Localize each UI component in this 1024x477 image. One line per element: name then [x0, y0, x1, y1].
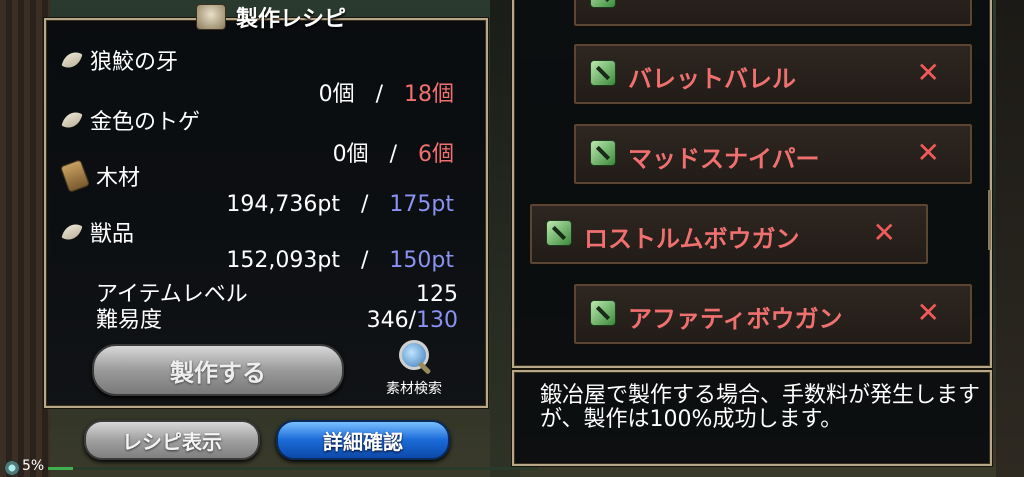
recipe-chest-icon [196, 4, 226, 30]
background-wall-right [996, 0, 1024, 477]
recipe-view-button[interactable]: レシピ表示 [84, 420, 260, 460]
list-item-label: ロストルムボウガン [584, 225, 800, 253]
message-text: 鍛冶屋で製作する場合、手数料が発生しますが、製作は100%成功します。 [540, 383, 981, 432]
recipe-title: 製作レシピ [236, 7, 347, 32]
hammer-icon [546, 220, 572, 246]
message-box: 鍛冶屋で製作する場合、手数料が発生しますが、製作は100%成功します。 [512, 370, 992, 466]
unavailable-mark: ✕ [916, 296, 940, 329]
recipe-list-panel: バレットバレル ✕ マッドスナイパー ✕ ロストルムボウガン ✕ アファティボウ… [512, 0, 992, 368]
difficulty-separator: / [408, 308, 416, 333]
list-item[interactable]: マッドスナイパー ✕ [574, 124, 972, 184]
list-item-label: マッドスナイパー [628, 145, 820, 173]
unavailable-mark: ✕ [916, 136, 940, 169]
thorn-icon [61, 108, 83, 132]
material-row: 狼鮫の牙 0個 / 18個 [61, 44, 484, 107]
material-required: 175pt [389, 192, 454, 217]
unavailable-mark: ✕ [872, 216, 896, 249]
list-item[interactable]: バレットバレル ✕ [574, 44, 972, 104]
material-row: 木材 194,736pt / 175pt [59, 159, 484, 217]
list-scrollbar[interactable] [988, 190, 991, 250]
beast-part-icon [61, 220, 83, 244]
unavailable-mark: ✕ [916, 56, 940, 89]
material-row: 獣品 152,093pt / 150pt [61, 216, 484, 273]
item-level-label: アイテムレベル [96, 282, 248, 307]
material-name: 狼鮫の牙 [90, 50, 179, 75]
item-level-value: 125 [416, 282, 458, 307]
difficulty-value-group: 346/130 [367, 308, 458, 334]
hammer-icon [590, 300, 616, 326]
material-name: 獣品 [90, 222, 135, 247]
material-search-button[interactable]: 素材検索 [374, 340, 454, 398]
material-name: 木材 [96, 166, 141, 191]
list-item-partial[interactable] [574, 0, 972, 26]
material-owned: 152,093pt [226, 248, 340, 273]
material-name: 金色のトゲ [90, 110, 201, 135]
material-separator: / [360, 192, 369, 217]
progress-percent: 5% [22, 458, 45, 474]
progress-track [48, 467, 538, 470]
list-item[interactable]: アファティボウガン ✕ [574, 284, 972, 344]
material-row: 金色のトゲ 0個 / 6個 [61, 104, 484, 167]
list-item-selected[interactable]: ロストルムボウガン ✕ [530, 204, 928, 264]
progress-fill [48, 467, 73, 470]
recipe-stats: アイテムレベル 125 難易度 346/130 [96, 282, 458, 334]
difficulty-max: 130 [416, 308, 458, 333]
material-separator: / [360, 248, 369, 273]
hammer-icon [590, 60, 616, 86]
magnifier-icon [399, 340, 429, 370]
wood-icon [59, 159, 91, 193]
recipe-title-bar: 製作レシピ [196, 0, 396, 34]
list-item-label: アファティボウガン [628, 305, 843, 333]
material-search-label: 素材検索 [386, 381, 442, 397]
craft-button[interactable]: 製作する [92, 344, 344, 396]
background-wall [0, 0, 50, 477]
material-required: 150pt [389, 248, 454, 273]
material-count: 194,736pt / 175pt [226, 192, 454, 217]
fang-icon [61, 48, 83, 72]
hammer-icon [590, 140, 616, 166]
hammer-icon [590, 0, 616, 8]
recipe-panel: 製作レシピ 狼鮫の牙 0個 / 18個 金色のトゲ 0個 / 6個 木材 194… [44, 4, 488, 408]
gear-icon [4, 460, 20, 476]
details-button[interactable]: 詳細確認 [276, 420, 450, 460]
difficulty-label: 難易度 [96, 308, 163, 333]
difficulty-value: 346 [366, 308, 409, 333]
material-count: 152,093pt / 150pt [226, 248, 454, 273]
material-owned: 194,736pt [226, 192, 340, 217]
list-item-label: バレットバレル [628, 65, 796, 93]
